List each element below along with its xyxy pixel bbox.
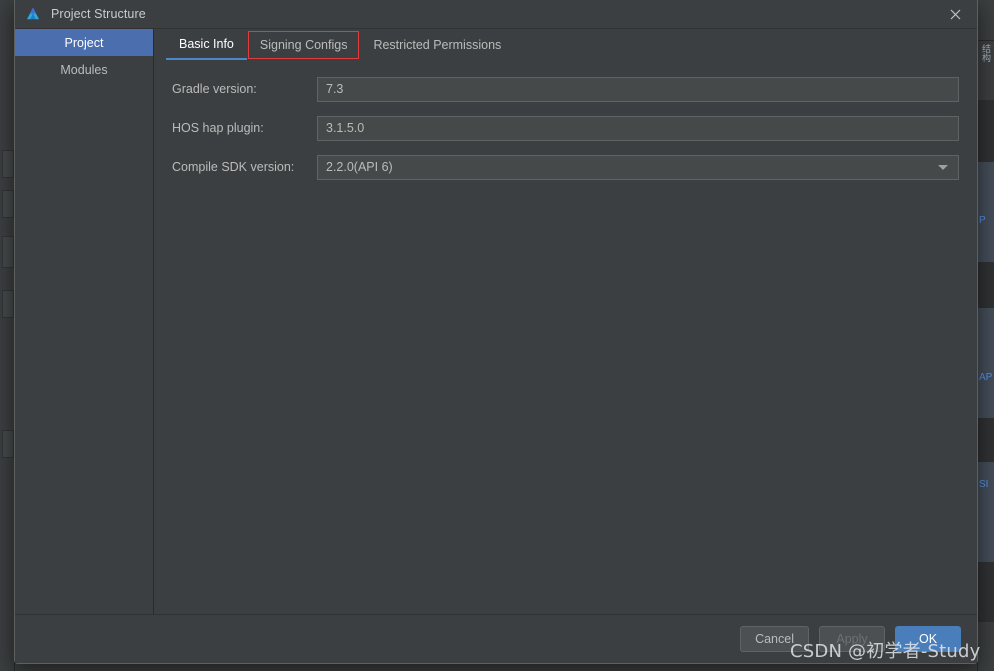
close-button[interactable] [933, 0, 977, 28]
tab-bar: Basic Info Signing Configs Restricted Pe… [154, 29, 977, 60]
gradle-version-input[interactable]: 7.3 [317, 76, 959, 102]
ide-left-tool-button-4[interactable] [2, 290, 14, 318]
dialog-title: Project Structure [51, 7, 146, 21]
deveco-studio-icon [27, 7, 39, 20]
ide-right-band-3 [978, 462, 994, 562]
dialog-sidebar: Project Modules [15, 29, 154, 614]
sidebar-item-label: Modules [60, 62, 108, 77]
ide-right-band-2 [978, 308, 994, 418]
sidebar-item-modules[interactable]: Modules [15, 56, 153, 83]
compile-sdk-version-label: Compile SDK version: [172, 160, 295, 174]
chevron-down-icon [938, 164, 948, 170]
dialog-titlebar: Project Structure [15, 0, 977, 29]
tab-label: Signing Configs [259, 38, 348, 52]
close-icon [950, 9, 960, 19]
ide-right-item-2[interactable]: AP [978, 371, 994, 385]
form-row-gradle-version: Gradle version: 7.3 [172, 76, 959, 102]
ide-left-tool-button-3[interactable] [2, 236, 14, 268]
basic-info-form: Gradle version: 7.3 HOS hap plugin: 3.1.… [154, 60, 977, 614]
ok-button[interactable]: OK [895, 626, 961, 652]
form-row-compile-sdk-version: Compile SDK version: 2.2.0(API 6) [172, 154, 959, 180]
tab-basic-info[interactable]: Basic Info [166, 30, 247, 60]
ide-right-dark-band-2 [978, 262, 994, 308]
compile-sdk-version-value: 2.2.0(API 6) [326, 160, 393, 174]
project-structure-dialog: Project Structure Project Modules Basic … [14, 0, 978, 664]
ide-right-band-1 [978, 162, 994, 262]
hos-hap-plugin-label: HOS hap plugin: [172, 121, 264, 135]
ide-right-dark-band-1 [978, 100, 994, 162]
compile-sdk-version-select[interactable]: 2.2.0(API 6) [317, 154, 959, 180]
ide-right-dark-band-4 [978, 562, 994, 622]
sidebar-item-project[interactable]: Project [15, 29, 153, 56]
dialog-content: Basic Info Signing Configs Restricted Pe… [154, 29, 977, 614]
ide-right-item-1[interactable]: P [978, 214, 994, 228]
ide-right-vertical-label: 结构 [981, 44, 991, 62]
tab-label: Basic Info [179, 37, 234, 51]
ide-right-item-3[interactable]: SI [978, 478, 994, 492]
cancel-button[interactable]: Cancel [740, 626, 809, 652]
ide-right-dark-band-3 [978, 418, 994, 462]
screen: 结构 P AP SI Project Structure Project Mod… [0, 0, 994, 671]
dialog-footer: Cancel Apply OK [15, 615, 977, 663]
sidebar-item-label: Project [64, 35, 104, 50]
ide-left-tool-button-1[interactable] [2, 150, 14, 178]
hos-hap-plugin-input[interactable]: 3.1.5.0 [317, 115, 959, 141]
ide-right-toolwindow-panel: 结构 P AP SI [977, 0, 994, 671]
tab-signing-configs[interactable]: Signing Configs [247, 30, 361, 60]
gradle-version-label: Gradle version: [172, 82, 257, 96]
tab-restricted-permissions[interactable]: Restricted Permissions [360, 30, 514, 60]
ide-right-tabstrip [978, 0, 994, 41]
ide-left-toolwindow-strip [0, 0, 15, 671]
tab-label: Restricted Permissions [373, 38, 502, 52]
apply-button: Apply [819, 626, 885, 652]
ide-left-tool-button-2[interactable] [2, 190, 14, 218]
form-row-hos-hap-plugin: HOS hap plugin: 3.1.5.0 [172, 115, 959, 141]
dialog-body: Project Modules Basic Info Signing Confi… [15, 29, 977, 614]
ide-left-tool-button-5[interactable] [2, 430, 14, 458]
